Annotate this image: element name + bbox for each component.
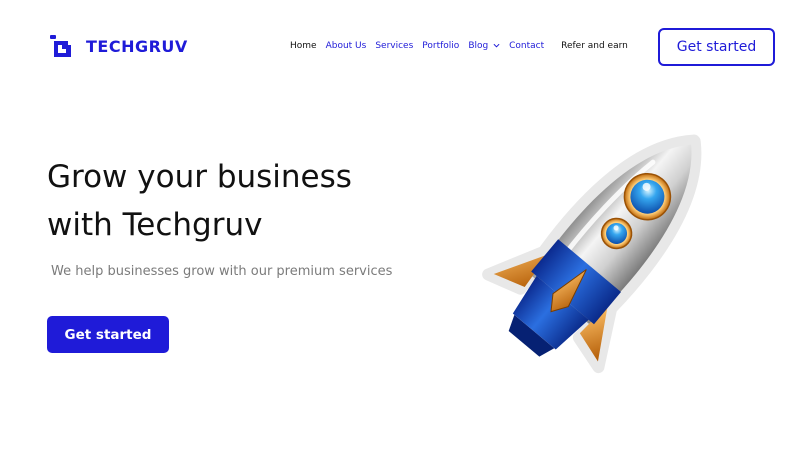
brand-name: TECHGRUV	[86, 36, 188, 56]
g-monogram-icon	[50, 35, 71, 57]
nav-portfolio[interactable]: Portfolio	[422, 41, 459, 51]
hero-title-line2: with Techgruv	[47, 207, 263, 243]
hero-subtitle: We help businesses grow with our premium…	[51, 264, 393, 279]
main-nav: Home About Us Services Portfolio Blog Co…	[290, 41, 628, 51]
nav-about-us[interactable]: About Us	[326, 41, 367, 51]
nav-blog[interactable]: Blog	[468, 41, 500, 51]
hero-title: Grow your business with Techgruv	[47, 153, 447, 249]
chevron-down-icon	[493, 43, 500, 48]
hero-title-line1: Grow your business	[47, 159, 352, 195]
nav-refer-and-earn[interactable]: Refer and earn	[561, 41, 628, 51]
nav-contact[interactable]: Contact	[509, 41, 544, 51]
nav-home[interactable]: Home	[290, 41, 317, 51]
nav-services[interactable]: Services	[375, 41, 413, 51]
brand-logo[interactable]: TECHGRUV	[48, 33, 188, 59]
rocket-illustration	[482, 134, 702, 374]
header-get-started-button[interactable]: Get started	[658, 28, 775, 66]
nav-blog-label: Blog	[468, 41, 489, 51]
hero-get-started-button[interactable]: Get started	[47, 316, 169, 353]
site-header: TECHGRUV Home About Us Services Portfoli…	[0, 0, 800, 92]
